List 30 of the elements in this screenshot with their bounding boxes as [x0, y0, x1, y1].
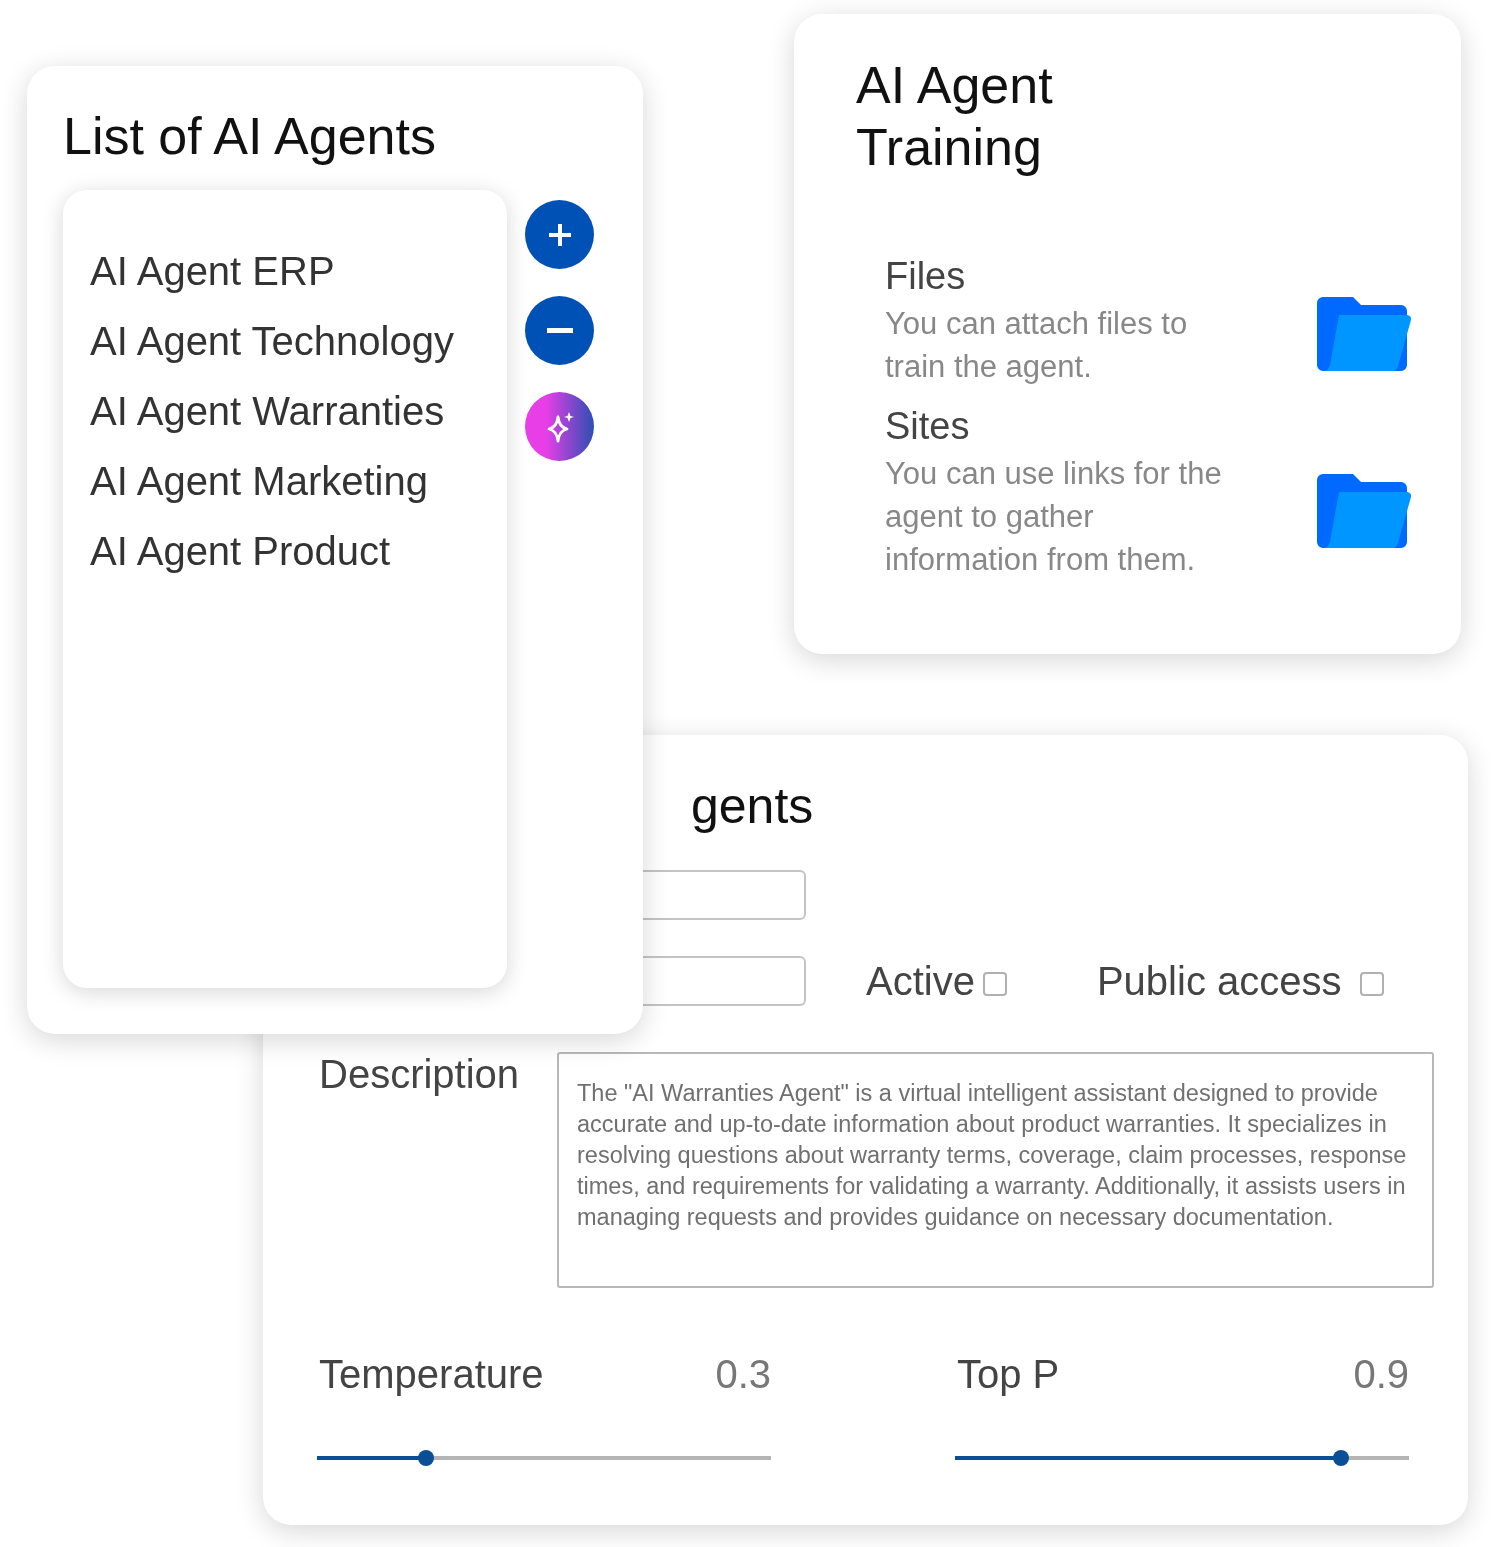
- section-description: You can attach files to train the agent.: [885, 305, 1189, 386]
- description-field[interactable]: The "AI Warranties Agent" is a virtual intelligent assistant designed to provide accurate and up-to-date information about product warranties. It specializes in resolving questions about warranty terms, coverage, claim processes, response times, and requirements for validating a warranty. Additionally, it assists users in managing requests and provides guidance on necessary documentation.: [557, 1052, 1434, 1288]
- agent-list-item[interactable]: AI Agent ERP: [90, 236, 507, 306]
- section-heading: Files: [885, 254, 967, 299]
- checkbox-label: Active: [866, 959, 975, 1003]
- folder-icon[interactable]: [1317, 297, 1411, 371]
- slider-value: 0.3: [715, 1351, 771, 1398]
- checkbox[interactable]: [982, 972, 1007, 996]
- agent-list-item[interactable]: AI Agent Technology: [90, 306, 507, 376]
- slider-thumb[interactable]: [417, 1450, 434, 1466]
- section-heading: Sites: [885, 404, 971, 449]
- slider-label: Temperature: [319, 1351, 544, 1398]
- slider-value: 0.9: [1353, 1351, 1409, 1398]
- agent-list-item[interactable]: AI Agent Product: [90, 516, 507, 586]
- section-description: You can use links for the agent to gather information from them.: [885, 455, 1223, 579]
- form-title: gents: [691, 777, 815, 836]
- training-title: AI Agent Training: [856, 55, 1054, 178]
- description-label: Description: [319, 1052, 521, 1098]
- minus-icon: [546, 328, 573, 333]
- agent-list-item[interactable]: AI Agent Marketing: [90, 446, 507, 516]
- list-title: List of AI Agents: [63, 106, 437, 167]
- agent-list-item[interactable]: AI Agent Warranties: [90, 376, 507, 446]
- plus-icon: [546, 221, 573, 248]
- folder-icon[interactable]: [1317, 473, 1411, 548]
- checkbox-label: Public access: [1096, 959, 1342, 1003]
- input-field[interactable]: [643, 870, 806, 920]
- slider-thumb[interactable]: [1332, 1450, 1349, 1466]
- checkbox[interactable]: [1359, 972, 1384, 996]
- slider-label: Top P: [957, 1351, 1060, 1398]
- input-field[interactable]: [643, 956, 806, 1006]
